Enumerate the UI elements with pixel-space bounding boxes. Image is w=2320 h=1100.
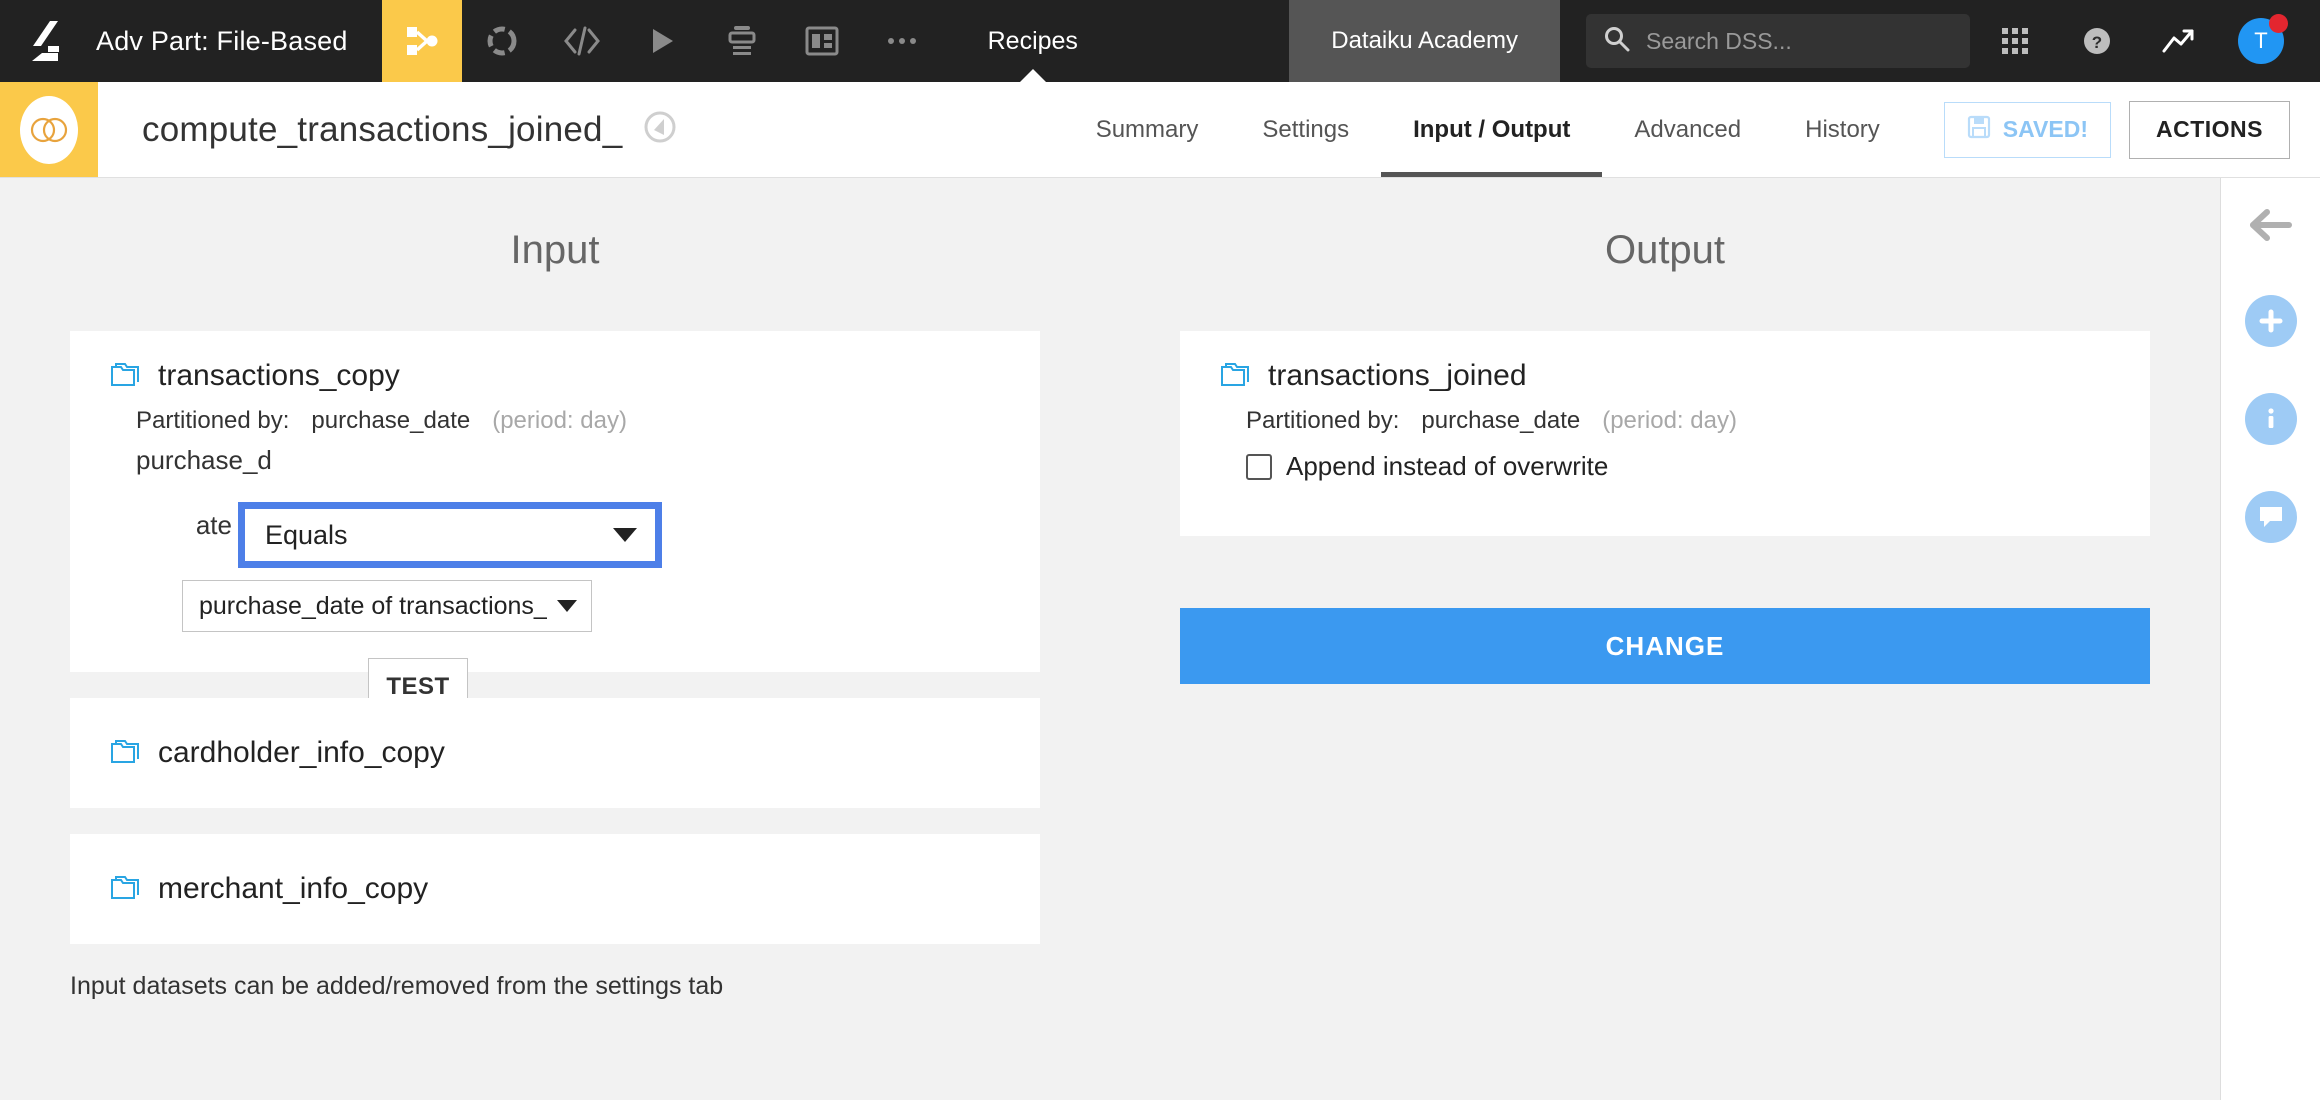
partition-mapping-label-top: purchase_d [136, 445, 1000, 476]
output-dataset-card[interactable]: transactions_joined Partitioned by: purc… [1180, 331, 2150, 536]
folder-icon [110, 361, 140, 392]
output-section-title: Output [1110, 178, 2220, 273]
saved-button[interactable]: SAVED! [1944, 102, 2111, 158]
recipe-header: compute_transactions_joined_ Summary Set… [0, 82, 2320, 178]
input-section-title: Input [0, 178, 1110, 273]
folder-icon [110, 738, 140, 769]
svg-text:?: ? [2092, 33, 2102, 52]
nav-section-label: Recipes [988, 27, 1078, 56]
folder-icon [1220, 361, 1250, 392]
io-columns: Input transactions_copy Partition [0, 178, 2220, 1001]
navigate-compass-icon[interactable] [642, 109, 678, 150]
partitioned-by-label: Partitioned by: [136, 407, 289, 435]
dataset-name: transactions_copy [158, 359, 400, 393]
mapping-mode-dropdown[interactable]: Equals [238, 502, 662, 568]
tab-input-output[interactable]: Input / Output [1381, 82, 1602, 177]
partition-mapping-controls: ate Equals purchase_date of transactions… [110, 476, 1000, 644]
saved-button-label: SAVED! [2003, 116, 2088, 143]
flow-icon[interactable] [382, 0, 462, 82]
dataset-header-row: cardholder_info_copy [110, 736, 1000, 770]
partition-dimension: purchase_date [311, 407, 470, 435]
discussion-chat-icon[interactable] [2245, 491, 2297, 543]
add-plus-icon[interactable] [2245, 295, 2297, 347]
dashboard-icon[interactable] [782, 0, 862, 82]
nav-section-caret-icon [1020, 69, 1046, 82]
input-dataset-card[interactable]: transactions_copy Partitioned by: purcha… [70, 331, 1040, 672]
recipe-header-actions: SAVED! ACTIONS [1912, 82, 2320, 177]
info-icon[interactable] [2245, 393, 2297, 445]
tab-advanced[interactable]: Advanced [1602, 82, 1773, 177]
recipe-tabs: Summary Settings Input / Output Advanced… [1064, 82, 1912, 177]
partition-period: (period: day) [1602, 407, 1737, 435]
append-option-row: Append instead of overwrite [1246, 451, 2110, 482]
search-icon [1604, 26, 1630, 57]
jobs-play-icon[interactable] [622, 0, 702, 82]
mapping-source-value: purchase_date of transactions_jo [199, 592, 547, 621]
folder-icon [110, 874, 140, 905]
tab-history[interactable]: History [1773, 82, 1912, 177]
project-name-label[interactable]: Adv Part: File-Based [96, 0, 382, 82]
change-output-button[interactable]: CHANGE [1180, 608, 2150, 684]
dataiku-bird-logo[interactable] [0, 0, 96, 82]
input-dataset-card[interactable]: merchant_info_copy [70, 834, 1040, 944]
dataset-name: transactions_joined [1268, 359, 1527, 393]
page-title: compute_transactions_joined_ [142, 110, 622, 150]
dataset-name: cardholder_info_copy [158, 736, 445, 770]
topnav-right-group: ? T [1560, 0, 2320, 82]
code-icon[interactable] [542, 0, 622, 82]
mapping-source-dropdown[interactable]: purchase_date of transactions_jo [182, 580, 592, 632]
trending-up-icon[interactable] [2142, 0, 2216, 82]
append-checkbox[interactable] [1246, 454, 1272, 480]
join-recipe-icon-glyph [20, 96, 78, 164]
partition-info-row: Partitioned by: purchase_date (period: d… [1246, 407, 2110, 435]
topnav-spacer [1124, 0, 1289, 82]
tab-summary[interactable]: Summary [1064, 82, 1231, 177]
dataset-name: merchant_info_copy [158, 872, 428, 906]
partition-mapping-label-bottom: ate [196, 510, 238, 541]
user-avatar[interactable]: T [2224, 0, 2298, 82]
recipe-title-group: compute_transactions_joined_ [98, 82, 678, 177]
input-hint-text: Input datasets can be added/removed from… [70, 972, 1110, 1001]
dataset-header-row: transactions_copy [110, 359, 1000, 393]
chevron-down-icon [613, 528, 637, 542]
chevron-down-icon [557, 600, 577, 612]
partition-info-row: Partitioned by: purchase_date (period: d… [136, 407, 1000, 435]
more-ellipsis-icon[interactable] [862, 0, 942, 82]
output-column: Output transactions_joined Partitioned b… [1110, 178, 2220, 1001]
dataset-header-row: merchant_info_copy [110, 872, 1000, 906]
partition-dimension: purchase_date [1421, 407, 1580, 435]
partition-period: (period: day) [492, 407, 627, 435]
input-column: Input transactions_copy Partition [0, 178, 1110, 1001]
top-nav-icon-group [382, 0, 942, 82]
automation-icon[interactable] [702, 0, 782, 82]
input-dataset-card[interactable]: cardholder_info_copy [70, 698, 1040, 808]
actions-button[interactable]: ACTIONS [2129, 101, 2290, 159]
help-question-icon[interactable]: ? [2060, 0, 2134, 82]
top-navigation-bar: Adv Part: File-Based [0, 0, 2320, 82]
nav-section-recipes[interactable]: Recipes [942, 0, 1124, 82]
mapping-mode-value: Equals [265, 520, 603, 551]
append-checkbox-label[interactable]: Append instead of overwrite [1286, 451, 1608, 482]
tab-settings[interactable]: Settings [1230, 82, 1381, 177]
right-rail [2220, 178, 2320, 1100]
io-content: Input transactions_copy Partition [0, 178, 2220, 1100]
search-box[interactable] [1586, 14, 1970, 68]
partitioned-by-label: Partitioned by: [1246, 407, 1399, 435]
notification-badge [2269, 14, 2288, 33]
page-body: Input transactions_copy Partition [0, 178, 2320, 1100]
arrow-left-icon[interactable] [2249, 206, 2293, 249]
recipe-header-spacer [678, 82, 1063, 177]
dataset-header-row: transactions_joined [1220, 359, 2110, 393]
floppy-save-icon [1967, 115, 1991, 145]
search-input[interactable] [1646, 28, 1952, 55]
join-recipe-icon [0, 82, 98, 177]
academy-link[interactable]: Dataiku Academy [1289, 0, 1560, 82]
apps-grid-icon[interactable] [1978, 0, 2052, 82]
lab-icon[interactable] [462, 0, 542, 82]
